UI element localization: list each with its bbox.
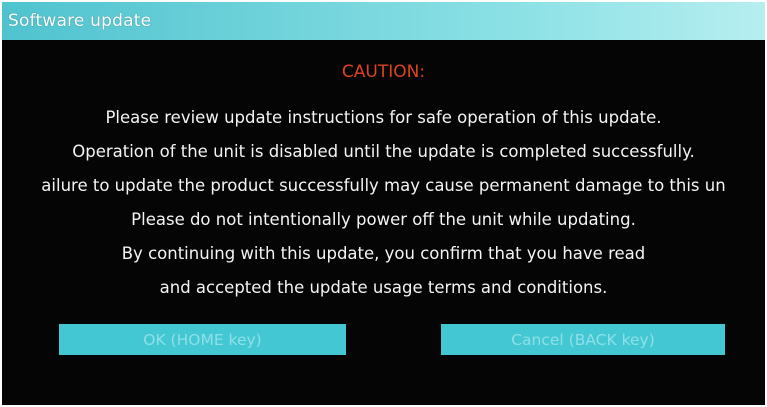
cancel-button-label: Cancel (BACK key) [511, 330, 655, 349]
update-warning-message: Please review update instructions for sa… [2, 101, 765, 305]
cancel-button[interactable]: Cancel (BACK key) [441, 324, 725, 355]
message-line: By continuing with this update, you conf… [121, 244, 646, 263]
window-title: Software update [8, 11, 152, 31]
message-line: Operation of the unit is disabled until … [72, 142, 695, 161]
ok-button[interactable]: OK (HOME key) [59, 324, 346, 355]
message-line: Please do not intentionally power off th… [131, 210, 636, 229]
ok-button-label: OK (HOME key) [143, 330, 262, 349]
message-line: Please review update instructions for sa… [105, 108, 662, 127]
tv-screen: Software update CAUTION: Please review u… [2, 2, 765, 405]
message-line: and accepted the update usage terms and … [159, 278, 608, 297]
message-line: ailure to update the product successfull… [41, 176, 726, 195]
caution-heading: CAUTION: [341, 62, 426, 82]
title-bar: Software update [2, 2, 765, 40]
